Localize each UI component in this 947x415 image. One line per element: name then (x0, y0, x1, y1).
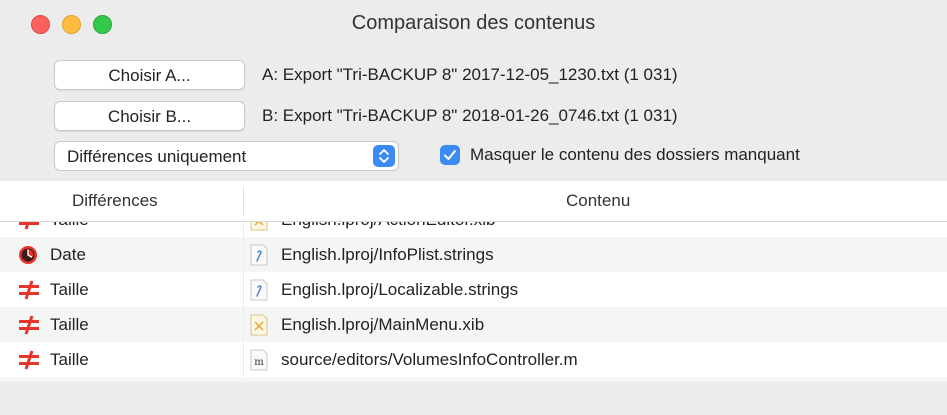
file-path: source/editors/VolumesInfoController.m (281, 350, 578, 369)
table-row[interactable]: Taille m source/editors/VolumesInfoContr… (0, 342, 947, 377)
cell-divider (243, 222, 244, 237)
difference-status: Taille (50, 350, 89, 369)
file-path: English.lproj/Localizable.strings (281, 280, 519, 299)
cell-divider (243, 307, 244, 342)
column-divider[interactable] (243, 187, 244, 215)
cell-divider (243, 237, 244, 272)
filter-select-value: Différences uniquement (67, 147, 247, 166)
window-title: Comparaison des contenus (351, 12, 596, 34)
filter-select[interactable]: Différences uniquement (54, 141, 399, 171)
table-row[interactable]: Taille English.lproj/Localizable.strings (0, 272, 947, 307)
strings-file-icon (250, 244, 268, 266)
file-path: English.lproj/InfoPlist.strings (281, 245, 494, 264)
table-row[interactable]: Taille English.lproj/MainMenu.xib (0, 307, 947, 342)
svg-text:m: m (254, 357, 264, 368)
difference-status: Taille (50, 280, 89, 299)
title-bar: Comparaison des contenus (0, 0, 947, 48)
file-path: English.lproj/MainMenu.xib (281, 315, 485, 334)
xib-file-icon (250, 314, 268, 336)
m-file-icon: m (250, 349, 268, 371)
not-equal-icon (19, 222, 39, 230)
path-a-label: A: Export "Tri-BACKUP 8" 2017-12-05_1230… (262, 65, 678, 84)
cell-divider (243, 342, 244, 377)
cell-divider (243, 272, 244, 307)
table-row[interactable]: Date English.lproj/InfoPlist.strings (0, 237, 947, 272)
file-path: English.lproj/ActionEditor.xib (281, 222, 496, 230)
checkmark-icon (444, 150, 456, 160)
choose-b-button[interactable]: Choisir B... (54, 101, 245, 131)
strings-file-icon (250, 279, 268, 301)
xib-file-icon (250, 222, 268, 231)
column-header-differences[interactable]: Différences (72, 191, 158, 211)
hide-missing-checkbox[interactable] (440, 145, 460, 165)
hide-missing-label[interactable]: Masquer le contenu des dossiers manquant (470, 145, 800, 165)
not-equal-icon (19, 350, 39, 370)
results-table: Différences Contenu Taille English.lproj… (0, 181, 947, 415)
window-footer (0, 382, 947, 415)
select-arrows-icon (373, 145, 395, 167)
clock-icon (19, 246, 37, 264)
path-b-label: B: Export "Tri-BACKUP 8" 2018-01-26_0746… (262, 106, 678, 125)
table-row[interactable]: Taille English.lproj/ActionEditor.xib (0, 222, 947, 237)
choose-a-button[interactable]: Choisir A... (54, 60, 245, 90)
difference-status: Date (50, 245, 86, 264)
column-header-content[interactable]: Contenu (566, 191, 630, 211)
difference-status: Taille (50, 222, 89, 230)
difference-status: Taille (50, 315, 89, 334)
not-equal-icon (19, 315, 39, 335)
not-equal-icon (19, 280, 39, 300)
comparison-window: Comparaison des contenus Choisir A... A:… (0, 0, 947, 415)
table-header: Différences Contenu (0, 181, 947, 222)
